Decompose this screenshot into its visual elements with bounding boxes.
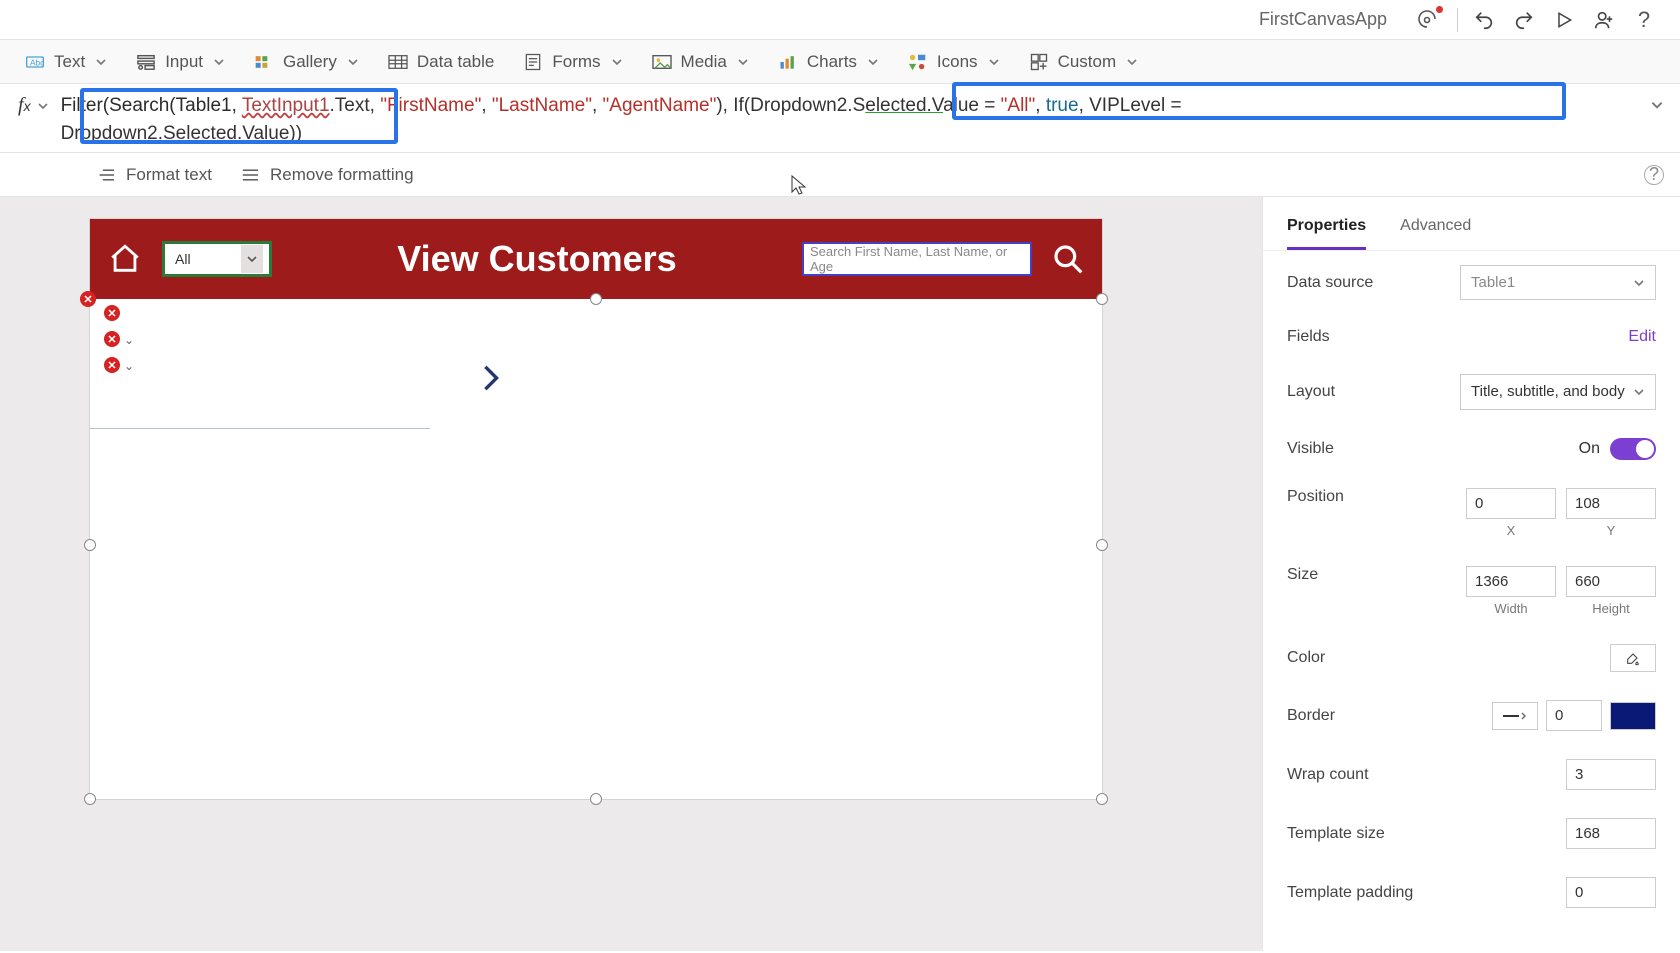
prop-template-padding: Template padding: [1263, 863, 1680, 922]
title-bar: FirstCanvasApp ?: [0, 0, 1680, 40]
formula-bar[interactable]: fx Filter(Search(Table1, TextInput1.Text…: [0, 84, 1680, 153]
chevron-down-icon[interactable]: [37, 100, 49, 112]
prop-data-source: Data source Table1: [1263, 251, 1680, 314]
prop-fields: Fields Edit: [1263, 314, 1680, 360]
forms-icon: [522, 51, 544, 73]
template-padding-input[interactable]: [1566, 877, 1656, 908]
properties-tabs: Properties Advanced: [1263, 207, 1680, 251]
position-x-input[interactable]: [1466, 488, 1556, 519]
chevron-down-icon: [611, 56, 623, 68]
icons-icon: [907, 51, 929, 73]
visible-toggle[interactable]: [1610, 438, 1656, 460]
format-text-icon: [96, 167, 116, 183]
remove-formatting-button[interactable]: Remove formatting: [240, 165, 414, 185]
ribbon-forms[interactable]: Forms: [522, 51, 622, 73]
data-source-select[interactable]: Table1: [1460, 265, 1656, 300]
canvas-area: All View Customers Search First Name, La…: [0, 197, 1262, 951]
ribbon-gallery[interactable]: Gallery: [253, 51, 359, 73]
vip-dropdown[interactable]: All: [162, 241, 272, 277]
gallery-icon: [253, 51, 275, 73]
chevron-down-icon: [95, 56, 107, 68]
redo-button[interactable]: [1504, 0, 1544, 40]
prop-wrap-count: Wrap count: [1263, 745, 1680, 804]
prop-size: Size Width Height: [1263, 552, 1680, 630]
app-canvas[interactable]: All View Customers Search First Name, La…: [90, 219, 1102, 799]
app-checker-icon[interactable]: [1411, 0, 1451, 40]
ribbon-media[interactable]: Media: [651, 51, 749, 73]
insert-ribbon: Abc Text Input Gallery Data table Forms …: [0, 40, 1680, 84]
custom-icon: [1028, 51, 1050, 73]
chevron-down-icon: [737, 56, 749, 68]
prop-visible: Visible On: [1263, 424, 1680, 474]
chevron-down-icon: [1126, 56, 1138, 68]
media-icon: [651, 51, 673, 73]
format-text-bar: Format text Remove formatting ?: [0, 153, 1680, 197]
error-badge[interactable]: ✕: [104, 305, 120, 321]
color-picker[interactable]: [1610, 644, 1656, 672]
chevron-down-icon: [867, 56, 879, 68]
layout-select[interactable]: Title, subtitle, and body: [1460, 374, 1656, 410]
error-badge[interactable]: ✕: [80, 291, 96, 307]
dropdown-value: All: [175, 251, 191, 267]
highlight-box: [952, 82, 1566, 120]
prop-border: Border: [1263, 686, 1680, 745]
search-input[interactable]: Search First Name, Last Name, or Age: [802, 242, 1032, 276]
paint-icon: [1625, 650, 1641, 666]
undo-button[interactable]: [1464, 0, 1504, 40]
svg-text:Abc: Abc: [30, 57, 44, 67]
chevron-down-icon: [1633, 277, 1645, 289]
position-y-input[interactable]: [1566, 488, 1656, 519]
home-icon[interactable]: [108, 242, 142, 276]
border-width-input[interactable]: [1546, 700, 1602, 731]
chevron-down-icon: [213, 56, 225, 68]
gallery-template[interactable]: [90, 329, 430, 429]
ribbon-data-table[interactable]: Data table: [387, 51, 495, 73]
help-button[interactable]: ?: [1624, 0, 1664, 40]
tab-advanced[interactable]: Advanced: [1400, 207, 1471, 250]
formula-help-icon[interactable]: ?: [1644, 165, 1664, 185]
ribbon-charts[interactable]: Charts: [777, 51, 879, 73]
ribbon-custom[interactable]: Custom: [1028, 51, 1139, 73]
expand-formula-icon[interactable]: [1650, 98, 1664, 112]
properties-panel: Properties Advanced Data source Table1 F…: [1262, 197, 1680, 951]
prop-layout: Layout Title, subtitle, and body: [1263, 360, 1680, 424]
screen-title: View Customers: [292, 238, 782, 280]
share-button[interactable]: [1584, 0, 1624, 40]
size-width-input[interactable]: [1466, 566, 1556, 597]
ribbon-text[interactable]: Abc Text: [24, 51, 107, 73]
chevron-right-icon[interactable]: [480, 364, 502, 392]
chevron-down-icon: [241, 245, 263, 273]
chevron-down-icon: [347, 56, 359, 68]
app-header: All View Customers Search First Name, La…: [90, 219, 1102, 299]
charts-icon: [777, 51, 799, 73]
ribbon-input[interactable]: Input: [135, 51, 225, 73]
template-size-input[interactable]: [1566, 818, 1656, 849]
table-icon: [387, 51, 409, 73]
wrap-count-input[interactable]: [1566, 759, 1656, 790]
border-color-swatch[interactable]: [1610, 702, 1656, 730]
chevron-down-icon: [1633, 386, 1645, 398]
prop-color: Color: [1263, 630, 1680, 686]
fields-edit-link[interactable]: Edit: [1628, 328, 1656, 346]
format-text-button[interactable]: Format text: [96, 165, 212, 185]
remove-format-icon: [240, 167, 260, 183]
input-icon: [135, 51, 157, 73]
label-icon: Abc: [24, 51, 46, 73]
app-name: FirstCanvasApp: [1259, 9, 1387, 30]
ribbon-icons[interactable]: Icons: [907, 51, 1000, 73]
highlight-box: [80, 88, 398, 144]
border-style-select[interactable]: [1492, 702, 1538, 730]
search-icon[interactable]: [1052, 243, 1084, 275]
prop-template-size: Template size: [1263, 804, 1680, 863]
tab-properties[interactable]: Properties: [1287, 207, 1366, 250]
size-height-input[interactable]: [1566, 566, 1656, 597]
main-area: All View Customers Search First Name, La…: [0, 197, 1680, 951]
play-button[interactable]: [1544, 0, 1584, 40]
chevron-down-icon: [988, 56, 1000, 68]
fx-label: fx: [18, 94, 31, 117]
prop-position: Position X Y: [1263, 474, 1680, 552]
